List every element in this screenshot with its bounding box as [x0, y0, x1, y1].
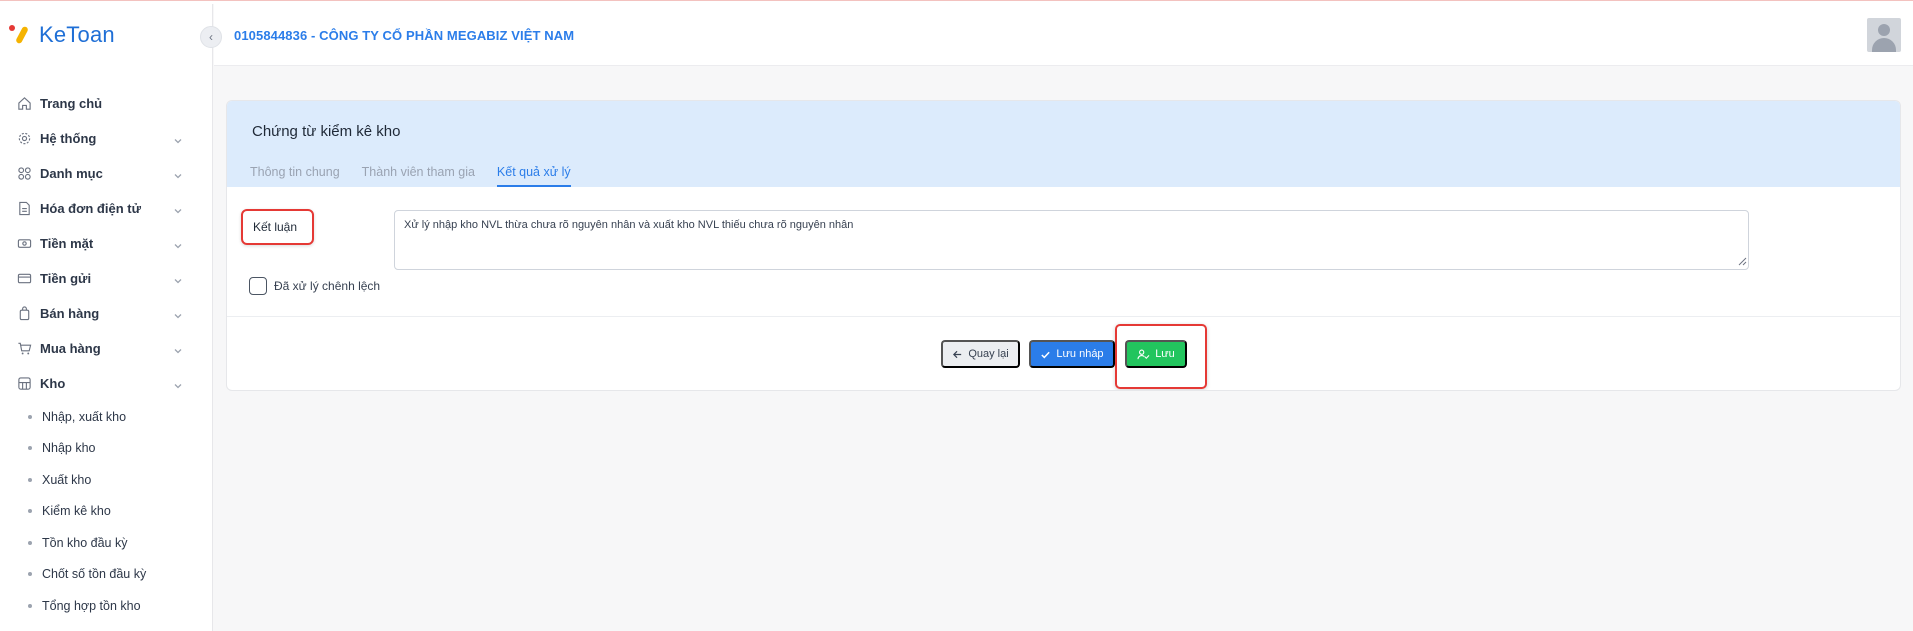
bullet-icon: [28, 509, 32, 514]
sidebar-subitem[interactable]: Chốt số tồn đầu kỳ: [0, 559, 212, 591]
sidebar-item-warehouse[interactable]: Kho: [0, 366, 212, 401]
save-draft-button[interactable]: Lưu nháp: [1029, 340, 1115, 368]
chevron-down-icon: [173, 203, 183, 214]
sidebar-subitem[interactable]: Tồn kho đầu kỳ: [0, 527, 212, 559]
card-header: Chứng từ kiểm kê kho Thông tin chung Thà…: [227, 101, 1900, 187]
page-title: Chứng từ kiểm kê kho: [252, 123, 401, 140]
sidebar-item-label: Tiền mặt: [40, 236, 94, 251]
sidebar-item-gear[interactable]: Hệ thống: [0, 121, 212, 156]
difference-processed-checkbox[interactable]: [249, 277, 267, 295]
app-logo[interactable]: KeToan: [9, 22, 115, 48]
logo-mark-icon: [9, 22, 35, 48]
sidebar: KeToan Trang chủ Hệ thống Danh mục Hóa đơn …: [0, 4, 213, 631]
chevron-down-icon: [173, 168, 183, 179]
sidebar-subitem-label: Xuất kho: [42, 472, 92, 487]
tab-result[interactable]: Kết quả xử lý: [496, 165, 571, 187]
grid-icon: [16, 166, 32, 182]
inventory-check-card: Chứng từ kiểm kê kho Thông tin chung Thà…: [226, 100, 1901, 391]
sidebar-subitem-label: Tổng hợp tồn kho: [42, 598, 141, 613]
sidebar-item-grid[interactable]: Danh mục: [0, 156, 212, 191]
back-button[interactable]: Quay lại: [941, 340, 1020, 368]
sidebar-subitem-label: Tồn kho đầu kỳ: [42, 535, 128, 550]
arrow-left-icon: [952, 349, 963, 360]
sidebar-item-cash[interactable]: Tiền mặt: [0, 226, 212, 261]
bullet-icon: [28, 414, 32, 419]
tab-members[interactable]: Thành viên tham gia: [362, 165, 475, 187]
save-button-highlight: [1115, 324, 1207, 389]
bullet-icon: [28, 603, 32, 608]
sidebar-item-bag[interactable]: Bán hàng: [0, 296, 212, 331]
sidebar-item-invoice[interactable]: Hóa đơn điện tử: [0, 191, 212, 226]
top-header: 0105844836 - CÔNG TY CỔ PHẦN MEGABIZ VIỆ…: [214, 4, 1913, 66]
chevron-down-icon: [173, 133, 183, 144]
sidebar-subitem-label: Nhập, xuất kho: [42, 409, 127, 424]
check-icon: [1040, 349, 1051, 360]
sidebar-item-cart[interactable]: Mua hàng: [0, 331, 212, 366]
company-title[interactable]: 0105844836 - CÔNG TY CỔ PHẦN MEGABIZ VIỆ…: [234, 28, 574, 43]
chevron-down-icon: [173, 378, 183, 389]
chevron-down-icon: [173, 343, 183, 354]
sidebar-item-label: Tiền gửi: [40, 271, 92, 286]
sidebar-subitem[interactable]: Lệnh sản xuất: [0, 622, 212, 631]
sidebar-subitem[interactable]: Tổng hợp tồn kho: [0, 590, 212, 622]
sidebar-item-label: Danh mục: [40, 166, 103, 181]
sidebar-subitem[interactable]: Nhập, xuất kho: [0, 401, 212, 433]
invoice-icon: [16, 201, 32, 217]
bullet-icon: [28, 540, 32, 545]
sidebar-subitem-label: Nhập kho: [42, 441, 96, 456]
bullet-icon: [28, 572, 32, 577]
save-draft-label: Lưu nháp: [1056, 348, 1104, 360]
sidebar-item-card[interactable]: Tiền gửi: [0, 261, 212, 296]
conclusion-textarea[interactable]: [394, 210, 1749, 270]
chevron-down-icon: [173, 273, 183, 284]
card-icon: [16, 271, 32, 287]
difference-processed-row[interactable]: Đã xử lý chênh lệch: [249, 277, 380, 295]
tab-bar: Thông tin chung Thành viên tham gia Kết …: [250, 165, 593, 187]
cash-icon: [16, 236, 32, 252]
sidebar-item-label: Bán hàng: [40, 306, 100, 321]
sidebar-subitem[interactable]: Kiểm kê kho: [0, 496, 212, 528]
sidebar-subitem[interactable]: Xuất kho: [0, 464, 212, 496]
back-button-label: Quay lại: [968, 348, 1009, 360]
resize-grip-icon[interactable]: [1737, 256, 1747, 266]
sidebar-item-label: Mua hàng: [40, 341, 101, 356]
difference-processed-label: Đã xử lý chênh lệch: [274, 279, 381, 293]
bag-icon: [16, 306, 32, 322]
divider: [227, 316, 1900, 317]
sidebar-subitem[interactable]: Nhập kho: [0, 433, 212, 465]
tab-general-info[interactable]: Thông tin chung: [250, 165, 340, 187]
sidebar-subitem-label: Chốt số tồn đầu kỳ: [42, 567, 147, 582]
collapse-sidebar-button[interactable]: ‹: [200, 26, 222, 48]
chevron-left-icon: ‹: [209, 30, 213, 44]
user-avatar[interactable]: [1867, 18, 1901, 52]
sidebar-item-label: Hóa đơn điện tử: [40, 201, 141, 216]
sidebar-item-label: Trang chủ: [40, 96, 103, 111]
logo-text: KeToan: [39, 22, 115, 47]
sidebar-item-label: Kho: [40, 376, 66, 391]
gear-icon: [16, 131, 32, 147]
conclusion-label: Kết luận: [241, 209, 314, 245]
chevron-down-icon: [173, 308, 183, 319]
sidebar-item-home[interactable]: Trang chủ: [0, 86, 212, 121]
bullet-icon: [28, 477, 32, 482]
sidebar-item-label: Hệ thống: [40, 131, 97, 146]
bullet-icon: [28, 446, 32, 451]
sidebar-subitem-label: Kiểm kê kho: [42, 504, 111, 519]
warehouse-icon: [16, 376, 32, 392]
chevron-down-icon: [173, 238, 183, 249]
cart-icon: [16, 341, 32, 357]
sidebar-menu: Trang chủ Hệ thống Danh mục Hóa đơn điện tử…: [0, 86, 212, 631]
home-icon: [16, 96, 32, 112]
